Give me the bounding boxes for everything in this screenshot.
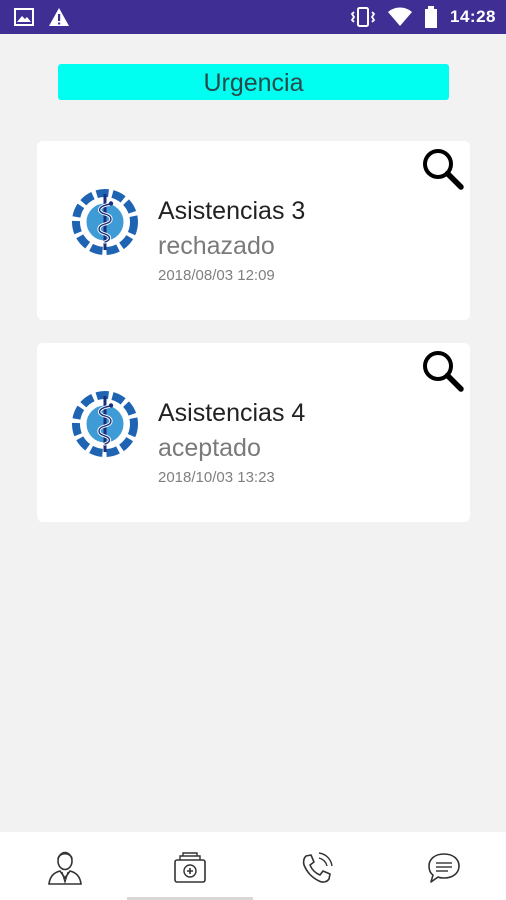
medical-kit-icon [174,852,206,883]
search-icon[interactable] [420,348,466,394]
search-icon[interactable] [420,146,466,192]
warning-icon [48,7,70,27]
card-status: rechazado [158,232,275,260]
bottom-navigation [0,832,506,900]
nav-phone[interactable] [297,848,337,888]
battery-icon [424,6,438,28]
page-title: Urgencia [58,64,449,100]
image-icon [14,7,34,27]
clock-time: 14:28 [450,7,496,26]
assistance-card[interactable]: Asistencias 3 rechazado 2018/08/03 12:09 [37,141,470,320]
card-title: Asistencias 4 [158,399,306,427]
doctor-profile-icon [48,851,82,885]
nav-profile[interactable] [45,848,85,888]
medical-caduceus-icon [71,188,139,256]
card-title: Asistencias 3 [158,197,306,225]
card-date: 2018/10/03 13:23 [158,469,275,486]
chat-bubble-icon [428,853,460,883]
vibrate-icon [350,6,376,28]
phone-call-icon [302,852,333,883]
card-date: 2018/08/03 12:09 [158,267,275,284]
card-status: aceptado [158,434,261,462]
status-bar: 14:28 [0,0,506,34]
nav-medical-kit[interactable] [170,848,210,888]
status-bar-left [14,7,70,27]
assistance-card[interactable]: Asistencias 4 aceptado 2018/10/03 13:23 [37,343,470,522]
status-bar-right: 14:28 [350,5,496,29]
medical-caduceus-icon [71,390,139,458]
nav-chat[interactable] [424,848,464,888]
wifi-icon [388,7,413,27]
